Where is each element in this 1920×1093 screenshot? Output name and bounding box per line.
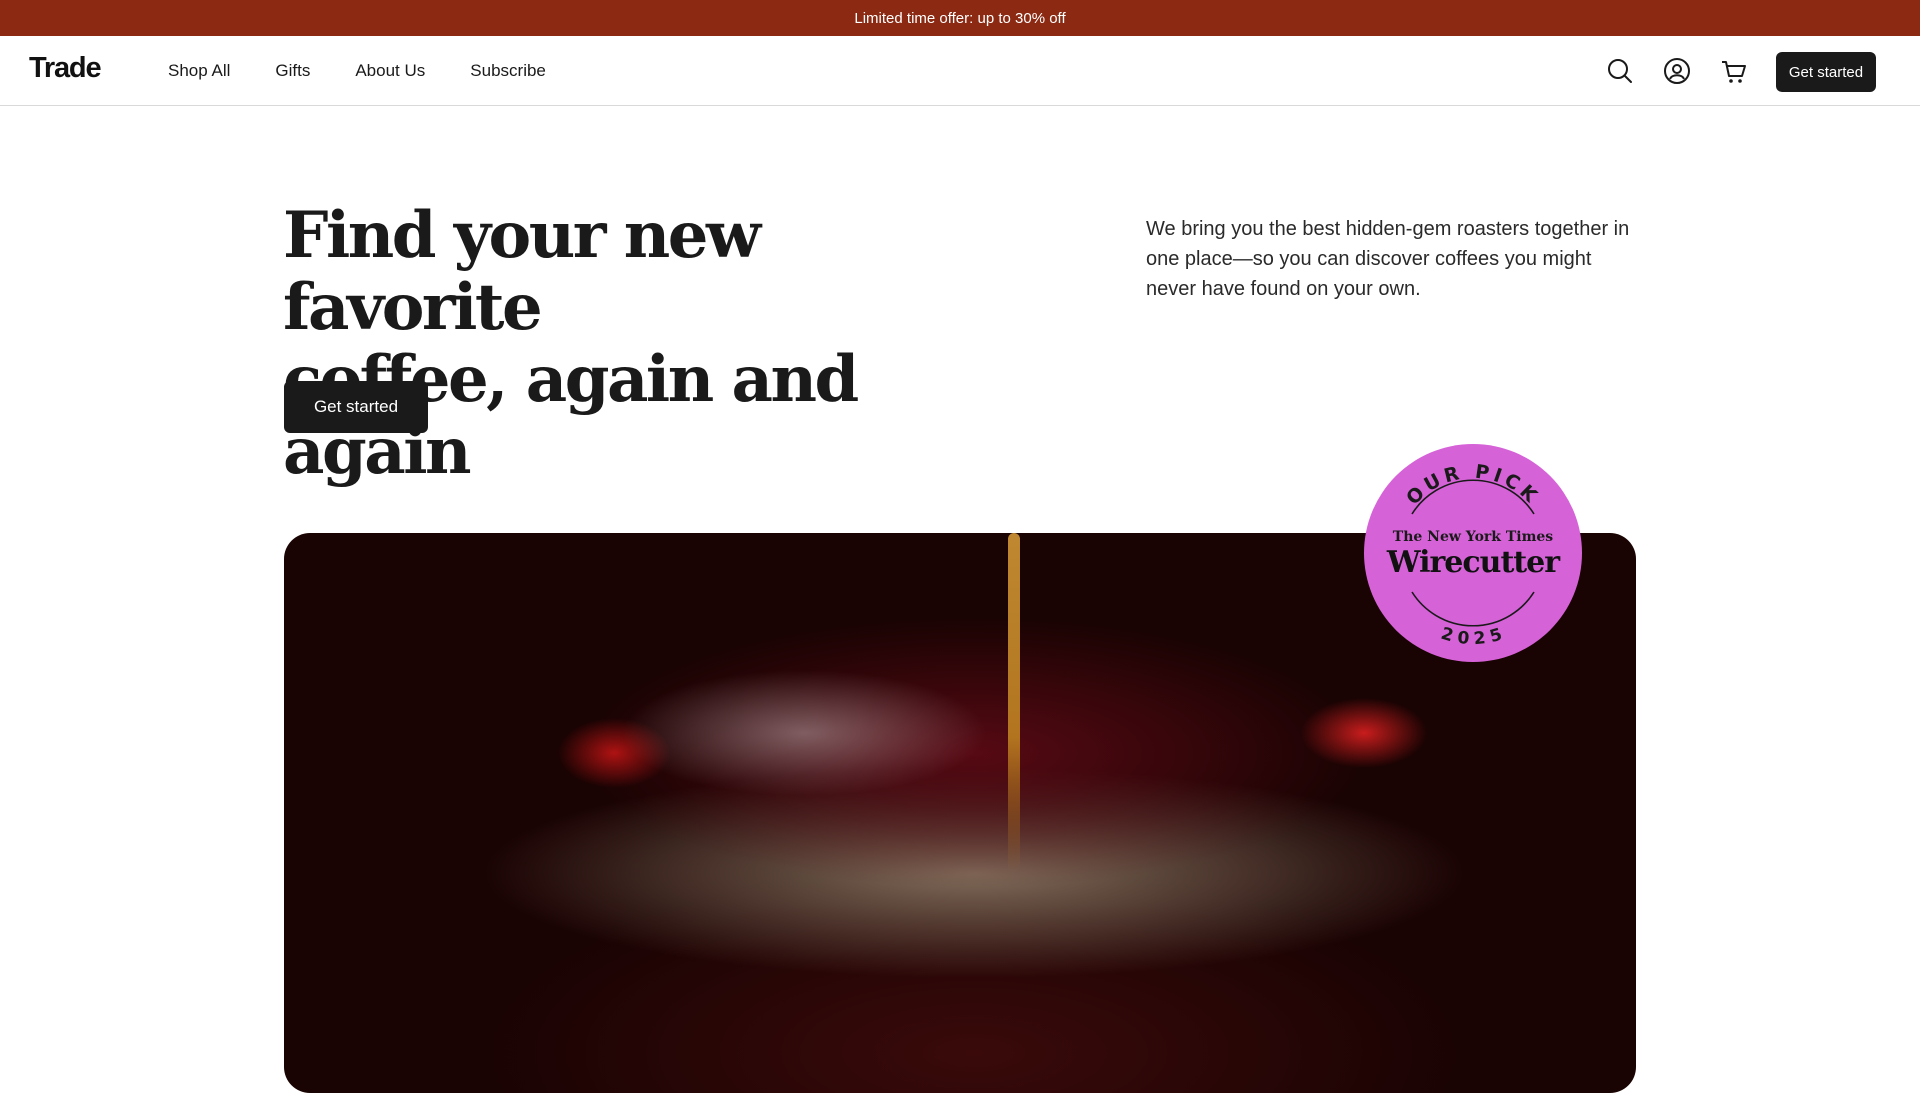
announcement-bar: Limited time offer: up to 30% off xyxy=(0,0,1920,36)
badge-center: The New York Times Wirecutter xyxy=(1364,444,1582,662)
nav-subscribe[interactable]: Subscribe xyxy=(470,61,546,81)
hero-description: We bring you the best hidden-gem roaster… xyxy=(1146,218,1630,300)
hero-title: Find your new favorite coffee, again and… xyxy=(283,200,1003,488)
badge-brand: Wirecutter xyxy=(1386,545,1560,580)
nav-gifts[interactable]: Gifts xyxy=(275,61,310,81)
nav-about-us[interactable]: About Us xyxy=(355,61,425,81)
search-icon[interactable] xyxy=(1606,57,1634,85)
site-header: Trade Shop All Gifts About Us Subscribe … xyxy=(0,36,1920,106)
badge-publisher: The New York Times xyxy=(1392,529,1554,545)
header-get-started-button[interactable]: Get started xyxy=(1776,52,1876,92)
cart-icon[interactable] xyxy=(1720,57,1748,85)
hero-title-line-1: Find your new favorite xyxy=(283,198,761,345)
main-nav: Shop All Gifts About Us Subscribe xyxy=(168,36,591,106)
logo[interactable]: Trade xyxy=(29,52,102,85)
coffee-pour-stream xyxy=(1008,533,1020,873)
wirecutter-badge: OUR PICK 2025 The New York Times Wirecut… xyxy=(1364,444,1582,662)
nav-shop-all[interactable]: Shop All xyxy=(168,61,230,81)
hero-get-started-button[interactable]: Get started xyxy=(284,381,428,433)
announcement-text: Limited time offer: up to 30% off xyxy=(854,9,1066,27)
account-icon[interactable] xyxy=(1663,57,1691,85)
